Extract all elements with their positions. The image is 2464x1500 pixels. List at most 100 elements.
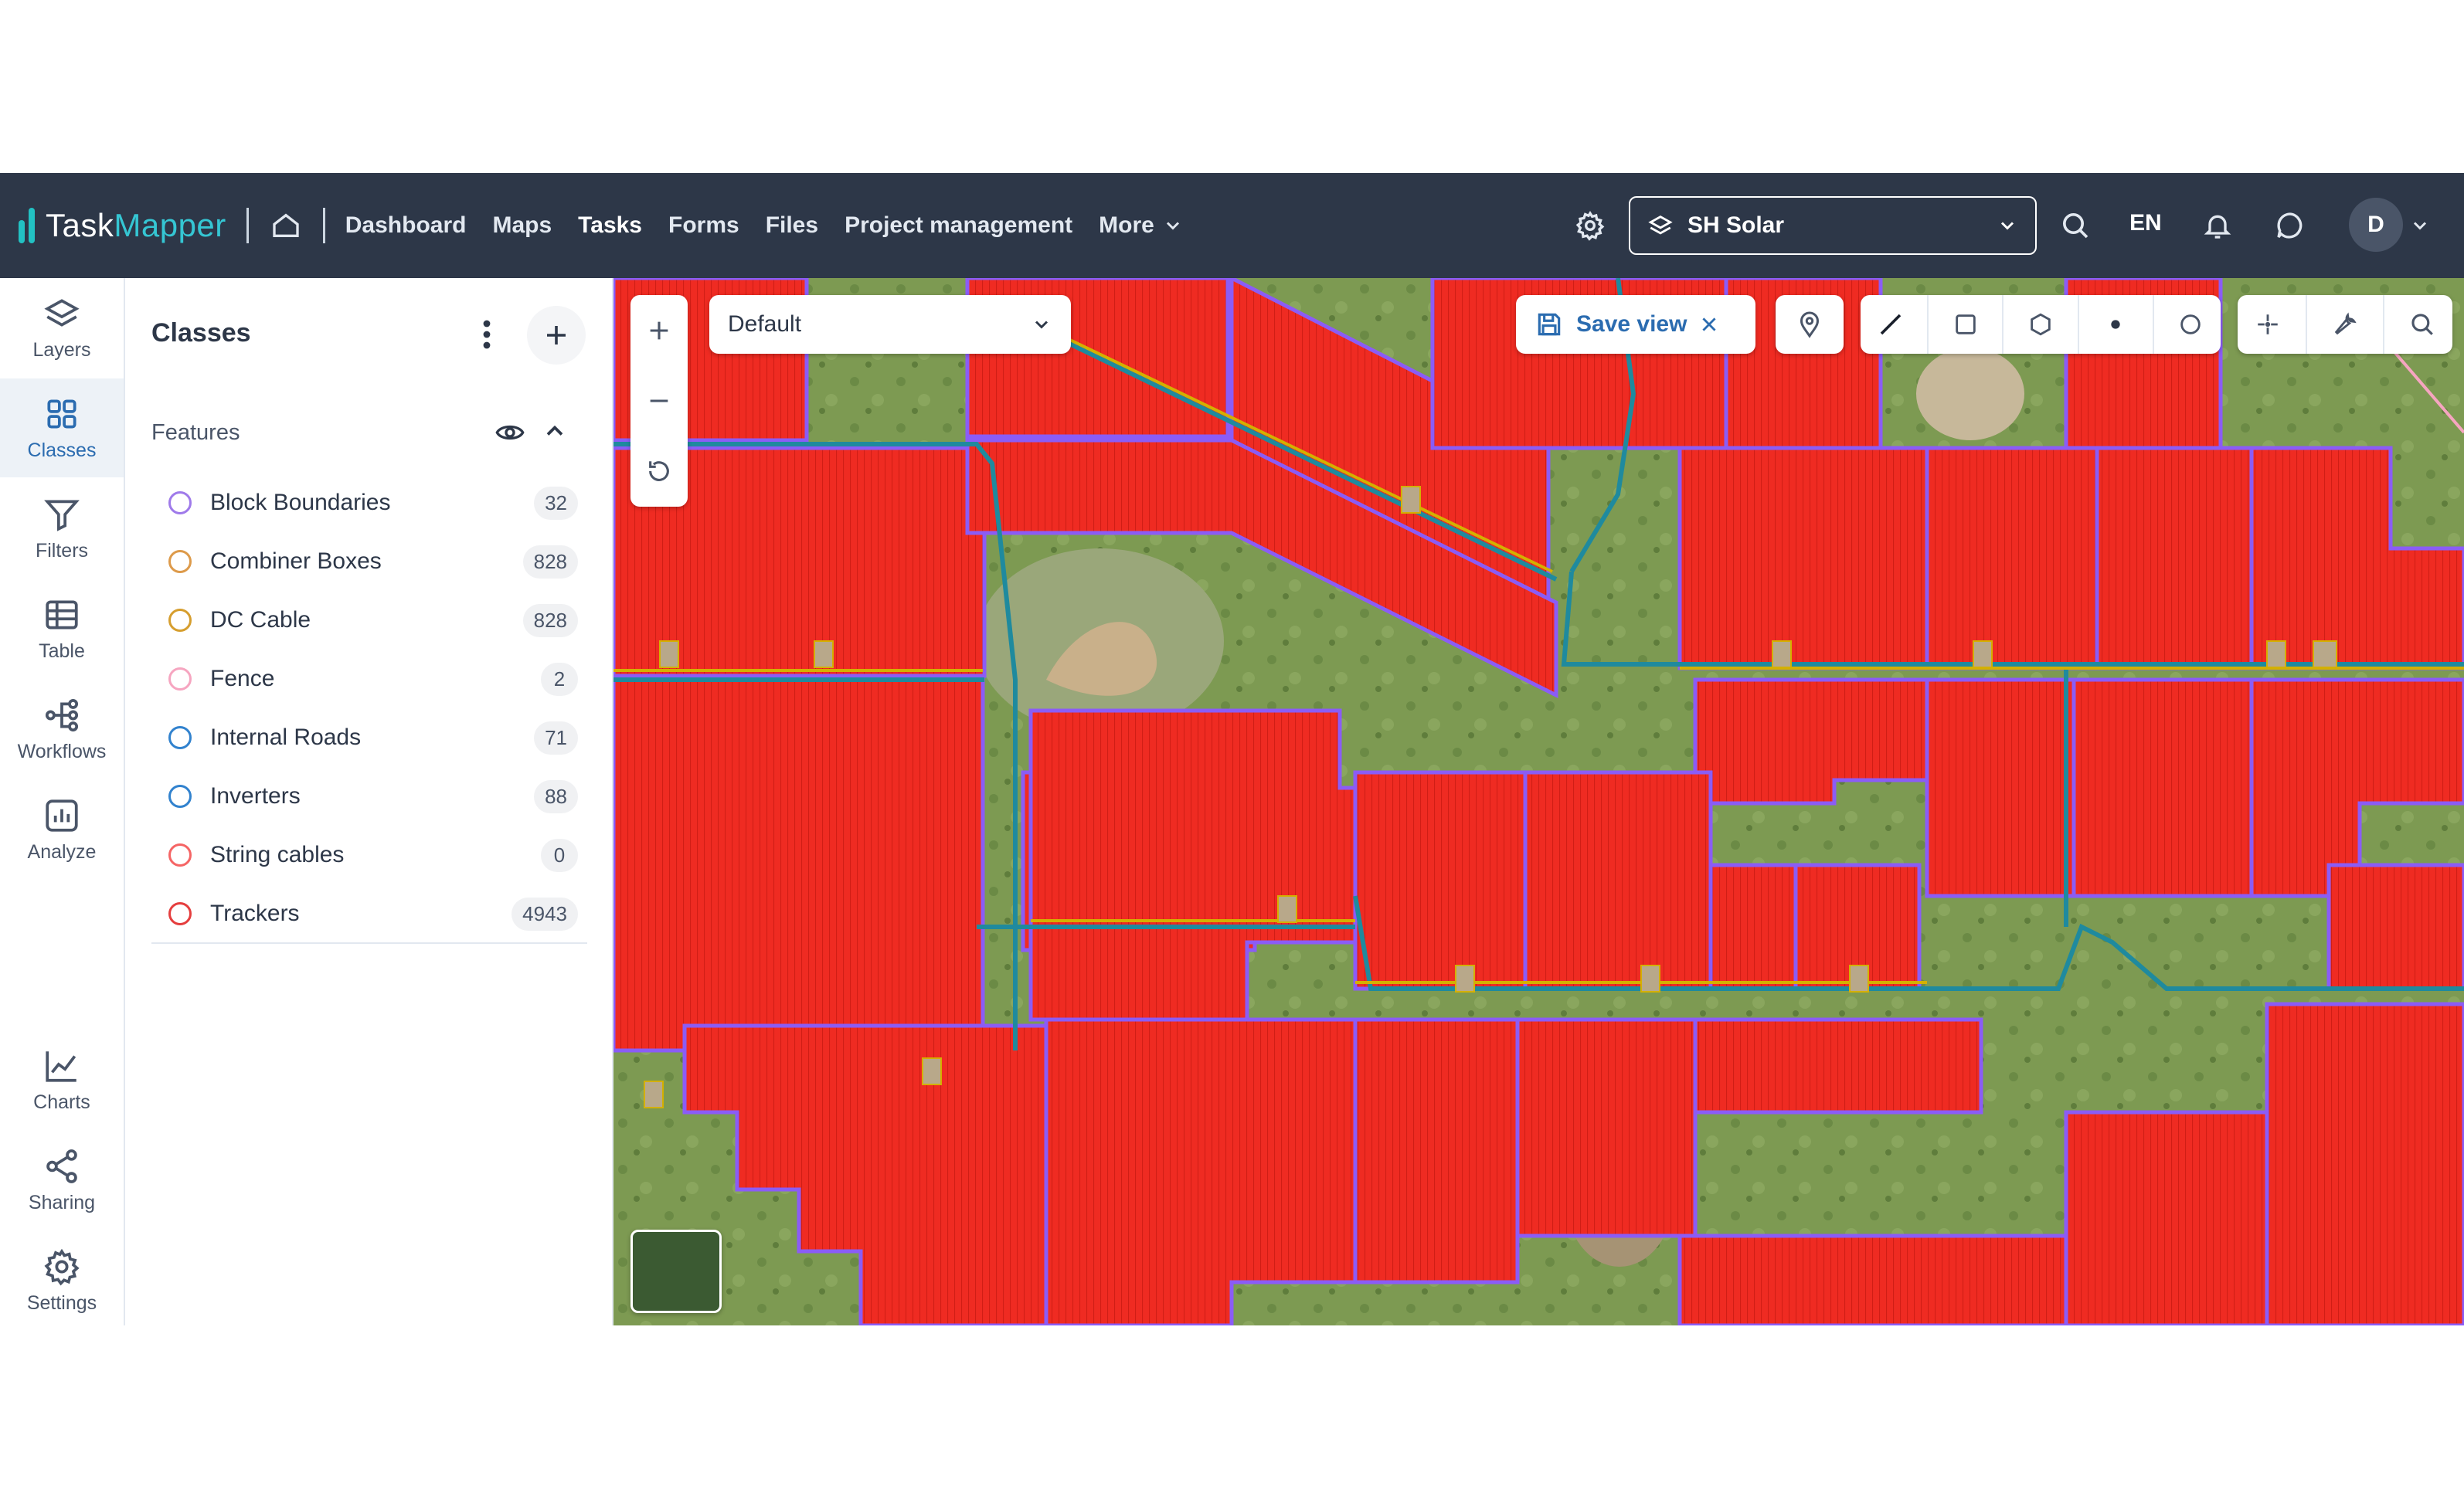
line-icon — [1880, 314, 1902, 335]
class-item-trackers[interactable]: Trackers 4943 — [168, 890, 578, 938]
search-icon — [2411, 314, 2433, 335]
class-name: Combiner Boxes — [210, 548, 382, 574]
divider — [2152, 295, 2154, 354]
rail-charts[interactable]: Charts — [0, 1030, 124, 1129]
chevron-up-icon[interactable] — [541, 417, 569, 449]
rail-filters[interactable]: Filters — [0, 479, 124, 578]
plus-icon — [547, 326, 566, 344]
class-name: Trackers — [210, 901, 300, 926]
rail-label: Classes — [27, 439, 97, 461]
class-color-icon — [168, 843, 192, 867]
filter-icon — [44, 499, 80, 531]
search-icon[interactable] — [2058, 209, 2092, 243]
classes-panel: Classes Features Block Boundaries 32 Com… — [125, 278, 613, 1325]
language-switcher[interactable]: EN — [2129, 210, 2162, 236]
location-pin-button[interactable] — [1776, 295, 1844, 354]
chevron-down-icon — [1035, 321, 1048, 329]
class-name: Block Boundaries — [210, 490, 391, 515]
class-item-string-cables[interactable]: String cables 0 — [168, 831, 578, 879]
map-search-tool[interactable] — [2399, 301, 2445, 348]
class-name: DC Cable — [210, 607, 311, 633]
app-frame: TaskMapper Dashboard Maps Tasks Forms Fi… — [0, 173, 2464, 1325]
nav-files[interactable]: Files — [766, 212, 818, 239]
zoom-in-button[interactable] — [630, 296, 688, 365]
nav-more-label: More — [1099, 212, 1154, 238]
bell-icon[interactable] — [2201, 209, 2235, 243]
map-canvas[interactable]: Default Save view — [613, 278, 2464, 1325]
chat-icon[interactable] — [2273, 209, 2307, 243]
reset-view-button[interactable] — [630, 436, 688, 506]
snap-tool[interactable] — [2245, 301, 2291, 348]
divider — [151, 942, 587, 944]
zoom-controls — [630, 295, 688, 507]
avatar[interactable]: D — [2349, 198, 2403, 252]
class-item-combiner-boxes[interactable]: Combiner Boxes 828 — [168, 538, 578, 585]
draw-line-tool[interactable] — [1868, 301, 1914, 348]
rail-classes[interactable]: Classes — [0, 378, 124, 477]
class-name: String cables — [210, 842, 345, 867]
class-item-fence[interactable]: Fence 2 — [168, 655, 578, 703]
class-name: Internal Roads — [210, 725, 362, 750]
rail-settings[interactable]: Settings — [0, 1231, 124, 1330]
basemap-toggle[interactable] — [630, 1230, 722, 1313]
reset-icon — [649, 461, 669, 482]
layers-icon — [1648, 215, 1673, 235]
draw-point-tool[interactable] — [2092, 301, 2139, 348]
class-item-inverters[interactable]: Inverters 88 — [168, 772, 578, 820]
divider — [2382, 295, 2384, 354]
logo-icon — [19, 208, 35, 243]
project-selector[interactable]: SH Solar — [1629, 196, 2037, 255]
class-count: 0 — [541, 838, 578, 872]
eye-icon[interactable] — [494, 417, 525, 452]
home-icon[interactable] — [269, 209, 303, 243]
rail-label: Charts — [33, 1091, 90, 1113]
view-selector[interactable]: Default — [709, 295, 1071, 354]
zoom-out-button[interactable] — [630, 366, 688, 436]
rail-workflows[interactable]: Workflows — [0, 680, 124, 779]
rail-layers[interactable]: Layers — [0, 278, 124, 377]
left-rail: Layers Classes Filters Table Workflows A… — [0, 278, 125, 1325]
nav-more[interactable]: More — [1099, 212, 1184, 239]
rail-table[interactable]: Table — [0, 579, 124, 678]
close-icon[interactable] — [1699, 314, 1719, 334]
more-options-icon[interactable] — [471, 315, 502, 354]
draw-circle-tool[interactable] — [2167, 301, 2214, 348]
rail-analyze[interactable]: Analyze — [0, 780, 124, 879]
rail-label: Analyze — [27, 840, 97, 863]
draw-polygon-tool[interactable] — [2017, 301, 2064, 348]
nav-project-management[interactable]: Project management — [845, 212, 1072, 239]
save-view-button[interactable]: Save view — [1516, 295, 1755, 354]
square-icon — [1956, 314, 1976, 334]
settings-tool[interactable] — [2322, 301, 2368, 348]
grid-icon — [47, 399, 76, 429]
chevron-down-icon[interactable] — [2403, 209, 2437, 243]
app-logo[interactable]: TaskMapper — [19, 202, 226, 249]
nav-tasks[interactable]: Tasks — [578, 212, 642, 239]
nav-maps[interactable]: Maps — [492, 212, 552, 239]
dot-icon — [2111, 320, 2120, 329]
class-color-icon — [168, 609, 192, 632]
class-item-internal-roads[interactable]: Internal Roads 71 — [168, 714, 578, 762]
draw-rectangle-tool[interactable] — [1942, 301, 1989, 348]
nav-forms[interactable]: Forms — [668, 212, 739, 239]
class-count: 88 — [534, 779, 578, 813]
map-imagery — [613, 278, 2464, 1325]
save-icon — [1538, 313, 1561, 336]
nav-dashboard[interactable]: Dashboard — [345, 212, 467, 239]
class-color-icon — [168, 550, 192, 573]
class-item-dc-cable[interactable]: DC Cable 828 — [168, 596, 578, 644]
circle-icon — [2180, 314, 2201, 334]
view-selector-value: Default — [728, 311, 802, 337]
add-class-button[interactable] — [527, 306, 586, 365]
rail-sharing[interactable]: Sharing — [0, 1131, 124, 1230]
analyze-icon — [46, 799, 78, 832]
settings-gear-icon[interactable] — [1573, 209, 1607, 243]
class-color-icon — [168, 667, 192, 691]
rail-label: Layers — [32, 338, 91, 361]
class-name: Fence — [210, 666, 275, 691]
rail-label: Sharing — [28, 1191, 96, 1213]
logo-text: TaskMapper — [46, 207, 226, 243]
minus-icon — [650, 399, 668, 402]
workflow-icon — [45, 698, 79, 731]
class-item-block-boundaries[interactable]: Block Boundaries 32 — [168, 479, 578, 527]
